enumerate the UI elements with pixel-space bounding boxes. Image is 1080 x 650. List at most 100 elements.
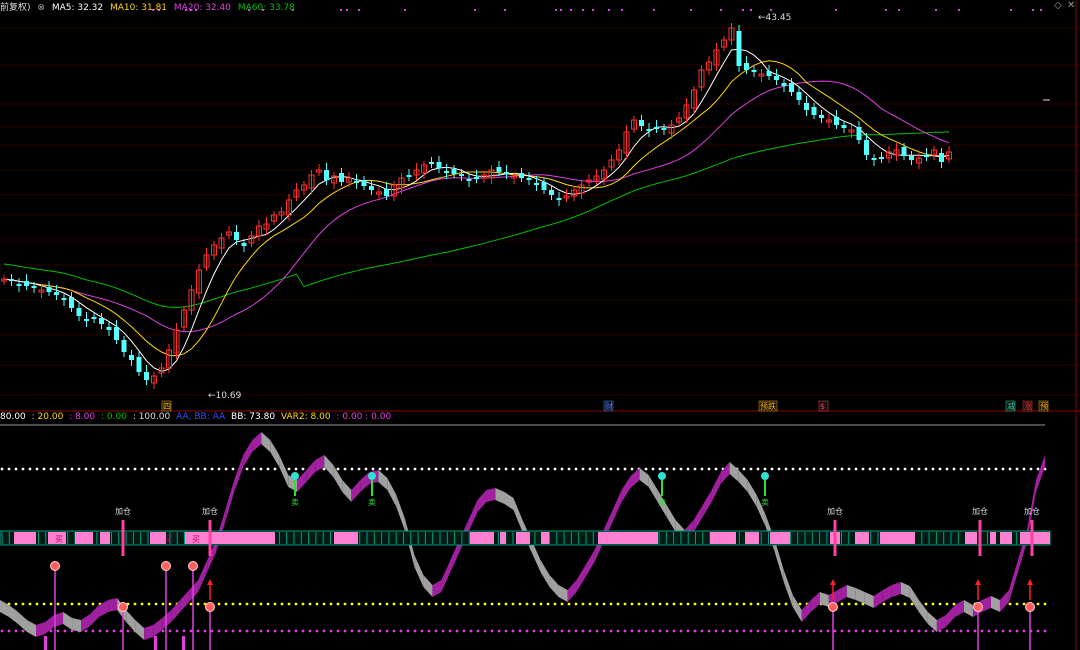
candle-body xyxy=(241,243,247,246)
level-line-20 xyxy=(770,602,774,606)
up-arrow-head xyxy=(975,579,981,585)
level-line-80 xyxy=(98,467,102,471)
level-line-80 xyxy=(301,467,305,471)
signal-ball xyxy=(50,561,60,571)
top-marker-dot xyxy=(340,9,342,11)
level-line-0 xyxy=(315,629,319,633)
oscillator-band xyxy=(711,472,721,502)
add-position-bar xyxy=(978,520,982,556)
diamond-icon[interactable]: ◇ xyxy=(1054,0,1062,11)
level-line-0 xyxy=(756,629,760,633)
candle-body xyxy=(466,179,472,181)
oscillator-band xyxy=(423,575,433,597)
level-line-20 xyxy=(658,602,662,606)
candle-body xyxy=(61,298,67,300)
level-line-20 xyxy=(196,602,200,606)
level-line-0 xyxy=(693,629,697,633)
level-line-80 xyxy=(819,467,823,471)
level-line-0 xyxy=(490,629,494,633)
level-line-20 xyxy=(497,602,501,606)
level-line-80 xyxy=(0,467,4,471)
level-line-20 xyxy=(14,602,18,606)
level-line-20 xyxy=(1043,602,1047,606)
oscillator-band xyxy=(891,582,901,597)
level-line-0 xyxy=(427,629,431,633)
candle-body xyxy=(796,92,802,100)
candle-body xyxy=(339,173,344,182)
level-line-80 xyxy=(1022,467,1026,471)
level-line-0 xyxy=(301,629,305,633)
candle-body xyxy=(384,189,389,196)
level-line-80 xyxy=(427,467,431,471)
top-marker-dot xyxy=(560,9,562,11)
level-line-20 xyxy=(252,602,256,606)
oscillator-band xyxy=(936,615,946,632)
ma-settings-icon[interactable]: ⊗ xyxy=(37,3,45,13)
level-line-0 xyxy=(91,629,95,633)
candle-body xyxy=(31,286,37,288)
close-icon[interactable]: ✕ xyxy=(1067,0,1075,11)
level-line-0 xyxy=(749,629,753,633)
level-line-0 xyxy=(308,629,312,633)
level-line-0 xyxy=(63,629,67,633)
top-marker-dot xyxy=(358,9,360,11)
sell-signal-label: 卖 xyxy=(658,498,666,507)
ma20-value: MA20: 32.40 xyxy=(173,3,231,13)
level-line-20 xyxy=(154,602,158,606)
level-line-80 xyxy=(378,467,382,471)
level-line-80 xyxy=(350,467,354,471)
top-marker-dot xyxy=(898,9,900,11)
top-marker-dot xyxy=(720,9,722,11)
ind-value-1: 80.00 xyxy=(0,412,26,422)
level-line-20 xyxy=(784,602,788,606)
ma10-value: MA10: 31.81 xyxy=(110,3,168,13)
level-line-20 xyxy=(721,602,725,606)
oscillator-band xyxy=(837,585,847,602)
candle-body xyxy=(444,171,449,173)
level-line-80 xyxy=(518,467,522,471)
oscillator-band xyxy=(963,600,973,617)
level-line-20 xyxy=(728,602,732,606)
oscillator-band xyxy=(981,596,991,612)
level-line-0 xyxy=(791,629,795,633)
level-line-80 xyxy=(987,467,991,471)
candle-body xyxy=(519,173,524,178)
oscillator-band xyxy=(0,600,10,617)
level-line-80 xyxy=(343,467,347,471)
candle-body xyxy=(474,177,479,179)
level-line-0 xyxy=(686,629,690,633)
level-line-0 xyxy=(294,629,298,633)
bottom-marker xyxy=(154,636,157,650)
candle-body xyxy=(751,70,757,72)
oscillator-band xyxy=(36,622,46,637)
level-line-0 xyxy=(609,629,613,633)
level-line-0 xyxy=(623,629,627,633)
candle-body xyxy=(84,319,89,321)
level-line-0 xyxy=(98,629,102,633)
oscillator-band xyxy=(63,612,73,630)
level-line-0 xyxy=(721,629,725,633)
bottom-marker xyxy=(44,636,47,650)
level-line-20 xyxy=(532,602,536,606)
level-line-80 xyxy=(385,467,389,471)
signal-strip-segment xyxy=(1000,532,1012,544)
candle-body xyxy=(534,183,539,185)
level-line-0 xyxy=(497,629,501,633)
signal-ball xyxy=(828,602,838,612)
candle-body xyxy=(901,147,907,156)
level-line-20 xyxy=(441,602,445,606)
level-line-80 xyxy=(119,467,123,471)
candle-body xyxy=(541,182,547,190)
level-line-0 xyxy=(511,629,515,633)
oscillator-band xyxy=(171,600,181,622)
level-line-80 xyxy=(784,467,788,471)
level-line-0 xyxy=(245,629,249,633)
stock-chart[interactable]: ←43.45 ←10.69 财 预跌 $ 减涨预 四买 买 买 加仓 加仓 加仓 加仓 加仓 卖 卖 卖 卖 xyxy=(0,0,1080,650)
level-line-20 xyxy=(189,602,193,606)
level-line-80 xyxy=(336,467,340,471)
level-line-20 xyxy=(686,602,690,606)
top-marker-dot xyxy=(504,9,506,11)
oscillator-band xyxy=(468,500,478,532)
ma60-line xyxy=(3,131,950,309)
level-line-80 xyxy=(588,467,592,471)
